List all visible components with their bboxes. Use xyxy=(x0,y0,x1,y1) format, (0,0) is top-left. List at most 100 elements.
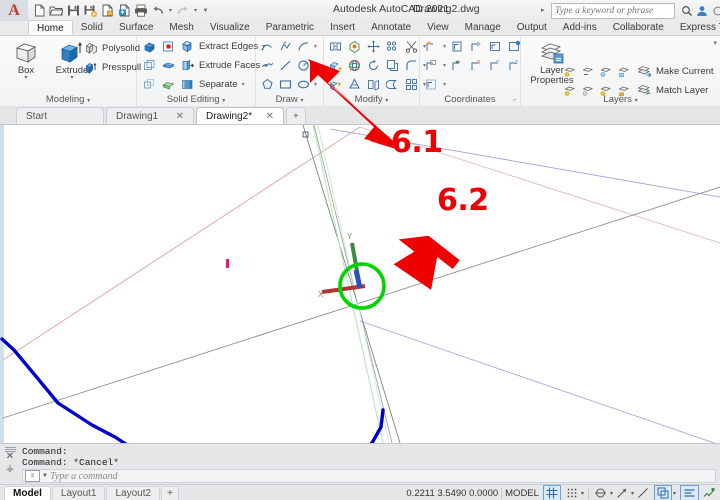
3d-scale-icon[interactable] xyxy=(328,77,343,92)
layer-freeze-icon[interactable] xyxy=(599,64,614,79)
panel-draw-expand-caret[interactable]: ▾ xyxy=(300,98,303,104)
command-line-close-icon[interactable]: ✕ xyxy=(2,452,18,462)
publish-icon[interactable] xyxy=(116,3,132,19)
application-menu-button[interactable]: A xyxy=(0,0,28,21)
layer-unisolate-icon[interactable] xyxy=(581,64,596,79)
undo-icon[interactable] xyxy=(150,3,166,19)
polysolid-button[interactable]: Polysolid xyxy=(84,41,140,56)
snap-mode-icon[interactable] xyxy=(564,486,580,500)
offset-icon[interactable] xyxy=(385,77,400,92)
imprint-icon[interactable] xyxy=(142,58,157,73)
ellipse-dropdown-caret[interactable]: ▾ xyxy=(314,81,317,88)
doc-tab-drawing2[interactable]: Drawing2* ✕ xyxy=(196,107,284,124)
line-icon[interactable] xyxy=(278,58,293,73)
help-icon[interactable] xyxy=(710,3,720,18)
plot-preview-icon[interactable] xyxy=(99,3,115,19)
rotate-icon[interactable] xyxy=(366,58,381,73)
3d-align-icon[interactable] xyxy=(347,39,362,54)
search-icon[interactable] xyxy=(679,3,694,18)
circle-icon[interactable] xyxy=(296,58,311,73)
layout-tab-layout2[interactable]: Layout2 xyxy=(106,486,161,500)
mirror-icon[interactable] xyxy=(328,39,343,54)
circle-dropdown-caret[interactable]: ▾ xyxy=(314,62,317,69)
search-box[interactable] xyxy=(551,3,675,19)
layer-lock-icon[interactable] xyxy=(617,64,632,79)
union-icon[interactable] xyxy=(142,39,157,54)
ribbon-tab-insert[interactable]: Insert xyxy=(322,20,363,35)
ucs-icon[interactable] xyxy=(424,77,439,92)
layer-isolate-icon[interactable] xyxy=(563,64,578,79)
presspull-button[interactable]: Presspull xyxy=(84,60,141,75)
ribbon-tab-manage[interactable]: Manage xyxy=(457,20,509,35)
panel-modify-expand-caret[interactable]: ▾ xyxy=(385,98,388,104)
layout-tab-add-button[interactable]: + xyxy=(161,486,179,500)
title-dropdown-caret[interactable]: ▸ xyxy=(541,6,545,14)
ribbon-tab-surface[interactable]: Surface xyxy=(111,20,161,35)
doc-tab-drawing1-close-icon[interactable]: ✕ xyxy=(176,111,184,122)
account-icon[interactable] xyxy=(694,3,709,18)
annotation-visibility-caret[interactable]: ▾ xyxy=(672,490,677,497)
doc-tab-drawing1[interactable]: Drawing1 ✕ xyxy=(106,107,194,124)
ribbon-tab-home[interactable]: Home xyxy=(28,20,73,35)
separate-dropdown-caret[interactable]: ▾ xyxy=(242,81,245,88)
ucs-previous-icon[interactable] xyxy=(450,58,465,73)
open-icon[interactable] xyxy=(48,3,64,19)
save-as-icon[interactable] xyxy=(82,3,98,19)
panel-solid-editing-expand-caret[interactable]: ▾ xyxy=(222,98,225,104)
polygon-icon[interactable] xyxy=(260,77,275,92)
shell-icon[interactable] xyxy=(161,77,176,92)
wrench-icon[interactable]: ⚶ xyxy=(2,462,18,475)
panel-coordinates-dialog-launcher[interactable]: ⌐ xyxy=(513,97,517,104)
trim-icon[interactable] xyxy=(404,39,419,54)
ribbon-tab-express-tools[interactable]: Express Tools xyxy=(672,20,720,35)
layout-tab-layout1[interactable]: Layout1 xyxy=(51,486,106,500)
ucs-view-icon[interactable] xyxy=(488,39,503,54)
ribbon-tab-annotate[interactable]: Annotate xyxy=(363,20,419,35)
ucs-named-caret[interactable]: ▾ xyxy=(443,81,446,88)
doc-tab-add-button[interactable]: + xyxy=(286,107,306,124)
ucs-x-icon[interactable]: X xyxy=(469,58,484,73)
space-mode-label[interactable]: MODEL xyxy=(505,488,539,499)
annotation-scale-icon[interactable] xyxy=(680,485,699,500)
arc-dropdown-caret[interactable]: ▾ xyxy=(314,43,317,50)
ucs-face-icon[interactable] xyxy=(450,39,465,54)
spline-icon[interactable] xyxy=(260,58,275,73)
ribbon-tab-parametric[interactable]: Parametric xyxy=(258,20,322,35)
ribbon-collapse-caret[interactable]: ▾ xyxy=(713,39,717,47)
ucs-world-icon[interactable] xyxy=(424,39,439,54)
grid-display-icon[interactable] xyxy=(542,485,561,500)
doc-tab-drawing2-close-icon[interactable]: ✕ xyxy=(266,111,274,122)
ribbon-tab-mesh[interactable]: Mesh xyxy=(161,20,201,35)
box-dropdown-caret[interactable]: ▾ xyxy=(4,75,48,81)
search-input[interactable] xyxy=(552,4,674,18)
snap-mode-caret[interactable]: ▾ xyxy=(580,490,585,497)
arc-icon[interactable] xyxy=(296,39,311,54)
ribbon-tab-view[interactable]: View xyxy=(419,20,457,35)
layout-tab-model[interactable]: Model xyxy=(4,486,51,500)
object-snap-icon[interactable] xyxy=(635,486,651,500)
coordinate-readout[interactable]: 0.2211 3.5490 0.0000 xyxy=(406,488,498,499)
separate-icon[interactable] xyxy=(180,77,195,92)
workspace-switching-icon[interactable] xyxy=(701,486,717,500)
plot-icon[interactable] xyxy=(133,3,149,19)
command-prompt-icon[interactable]: ≡ xyxy=(25,470,40,482)
panel-layers-expand-caret[interactable]: ▾ xyxy=(635,98,638,104)
extract-edges-icon[interactable] xyxy=(180,39,195,54)
redo-dropdown-caret[interactable]: ▾ xyxy=(192,7,199,14)
ortho-mode-icon[interactable] xyxy=(592,486,609,500)
ribbon-tab-collaborate[interactable]: Collaborate xyxy=(605,20,672,35)
array-icon[interactable] xyxy=(385,39,400,54)
extrude-faces-icon[interactable] xyxy=(180,58,195,73)
rectangular-array-icon[interactable] xyxy=(404,77,419,92)
undo-dropdown-caret[interactable]: ▾ xyxy=(167,7,174,14)
ribbon-tab-output[interactable]: Output xyxy=(509,20,555,35)
3d-polyline-icon[interactable] xyxy=(278,39,293,54)
ribbon-tab-solid[interactable]: Solid xyxy=(73,20,111,35)
slice-icon[interactable] xyxy=(161,58,176,73)
ucs-z-icon[interactable]: Z xyxy=(507,58,522,73)
command-input-row[interactable]: ≡ ▼ Type a command xyxy=(22,469,716,483)
subtract-icon[interactable] xyxy=(161,39,176,54)
3d-move-icon[interactable] xyxy=(328,58,343,73)
3d-rotate-icon[interactable] xyxy=(347,58,362,73)
ucs-origin-icon[interactable] xyxy=(507,39,522,54)
